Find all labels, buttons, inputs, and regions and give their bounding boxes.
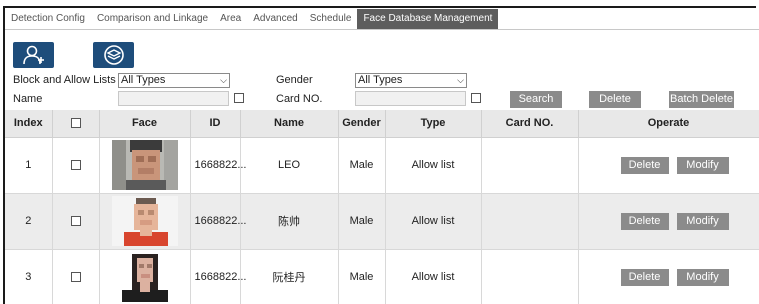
search-button[interactable]: Search: [510, 91, 562, 108]
name-exact-checkbox[interactable]: [234, 93, 244, 103]
name-label: Name: [13, 93, 43, 105]
row-index: 2: [5, 193, 53, 250]
card-no-label: Card NO.: [276, 93, 323, 105]
col-id[interactable]: ID: [190, 110, 241, 138]
row-name: 阮桂丹: [240, 249, 339, 304]
face-thumbnail: [111, 252, 178, 302]
table-row[interactable]: 2 1668822... 陈帅 Male Allow list Delete M…: [5, 193, 759, 250]
col-operate[interactable]: Operate: [578, 110, 759, 138]
row-face: [99, 249, 191, 304]
row-delete-button[interactable]: Delete: [620, 156, 669, 174]
chevron-down-icon: ⌵: [220, 75, 227, 85]
gender-select[interactable]: All Types ⌵: [355, 73, 467, 88]
row-id: 1668822...: [190, 193, 247, 250]
tab-detection-config[interactable]: Detection Config: [5, 9, 91, 29]
row-id: 1668822...: [190, 249, 247, 304]
row-index: 1: [5, 137, 53, 194]
row-name: LEO: [240, 137, 339, 194]
row-modify-button[interactable]: Modify: [676, 212, 729, 230]
row-checkbox[interactable]: [70, 272, 81, 283]
row-type: Allow list: [385, 193, 482, 250]
layers-import-icon: [103, 45, 124, 65]
row-face: [99, 193, 191, 250]
chevron-down-icon: ⌵: [457, 75, 464, 85]
block-allow-lists-value: All Types: [121, 74, 166, 86]
row-gender: Male: [338, 249, 386, 304]
row-card-no: [481, 249, 579, 304]
row-select[interactable]: [52, 193, 100, 250]
batch-delete-button[interactable]: Batch Delete: [669, 91, 734, 108]
row-card-no: [481, 137, 579, 194]
col-gender[interactable]: Gender: [338, 110, 386, 138]
tab-schedule[interactable]: Schedule: [304, 9, 358, 29]
tab-comparison-linkage[interactable]: Comparison and Linkage: [91, 9, 214, 29]
row-delete-button[interactable]: Delete: [620, 268, 669, 286]
row-modify-button[interactable]: Modify: [676, 156, 729, 174]
col-select[interactable]: [52, 110, 100, 138]
name-input[interactable]: [118, 91, 229, 106]
row-gender: Male: [338, 137, 386, 194]
row-type: Allow list: [385, 137, 482, 194]
row-operate: Delete Modify: [578, 137, 759, 194]
row-operate: Delete Modify: [578, 193, 759, 250]
card-exact-checkbox[interactable]: [471, 93, 481, 103]
row-gender: Male: [338, 193, 386, 250]
row-operate: Delete Modify: [578, 249, 759, 304]
gender-value: All Types: [358, 74, 403, 86]
table-header-row: Index Face ID Name Gender Type Card NO. …: [5, 110, 759, 138]
delete-button[interactable]: Delete: [589, 91, 641, 108]
card-no-input[interactable]: [355, 91, 466, 106]
row-delete-button[interactable]: Delete: [620, 212, 669, 230]
block-allow-lists-select[interactable]: All Types ⌵: [118, 73, 230, 88]
row-name: 陈帅: [240, 193, 339, 250]
face-table: Index Face ID Name Gender Type Card NO. …: [5, 110, 759, 304]
tab-area[interactable]: Area: [214, 9, 247, 29]
table-row[interactable]: 1 1668822... LEO Male Allow list Delete …: [5, 137, 759, 194]
face-thumbnail: [111, 140, 178, 190]
row-id: 1668822...: [190, 137, 247, 194]
row-select[interactable]: [52, 249, 100, 304]
tab-bar: Detection Config Comparison and Linkage …: [5, 8, 759, 30]
row-checkbox[interactable]: [70, 216, 81, 227]
tab-advanced[interactable]: Advanced: [247, 9, 303, 29]
row-checkbox[interactable]: [70, 160, 81, 171]
gender-label: Gender: [276, 74, 313, 86]
col-face[interactable]: Face: [99, 110, 191, 138]
col-type[interactable]: Type: [385, 110, 482, 138]
row-card-no: [481, 193, 579, 250]
batch-import-button[interactable]: [93, 42, 134, 68]
add-person-icon: [22, 45, 44, 65]
col-name[interactable]: Name: [240, 110, 339, 138]
col-card-no[interactable]: Card NO.: [481, 110, 579, 138]
tab-face-database-management[interactable]: Face Database Management: [357, 9, 499, 29]
table-row[interactable]: 3 1668822... 阮桂丹 Male Allow list Delete …: [5, 249, 759, 304]
col-index[interactable]: Index: [5, 110, 53, 138]
row-type: Allow list: [385, 249, 482, 304]
face-thumbnail: [111, 196, 178, 246]
row-index: 3: [5, 249, 53, 304]
row-face: [99, 137, 191, 194]
add-face-button[interactable]: [13, 42, 54, 68]
select-all-checkbox[interactable]: [70, 118, 81, 129]
row-select[interactable]: [52, 137, 100, 194]
row-modify-button[interactable]: Modify: [676, 268, 729, 286]
block-allow-lists-label: Block and Allow Lists: [13, 74, 116, 86]
